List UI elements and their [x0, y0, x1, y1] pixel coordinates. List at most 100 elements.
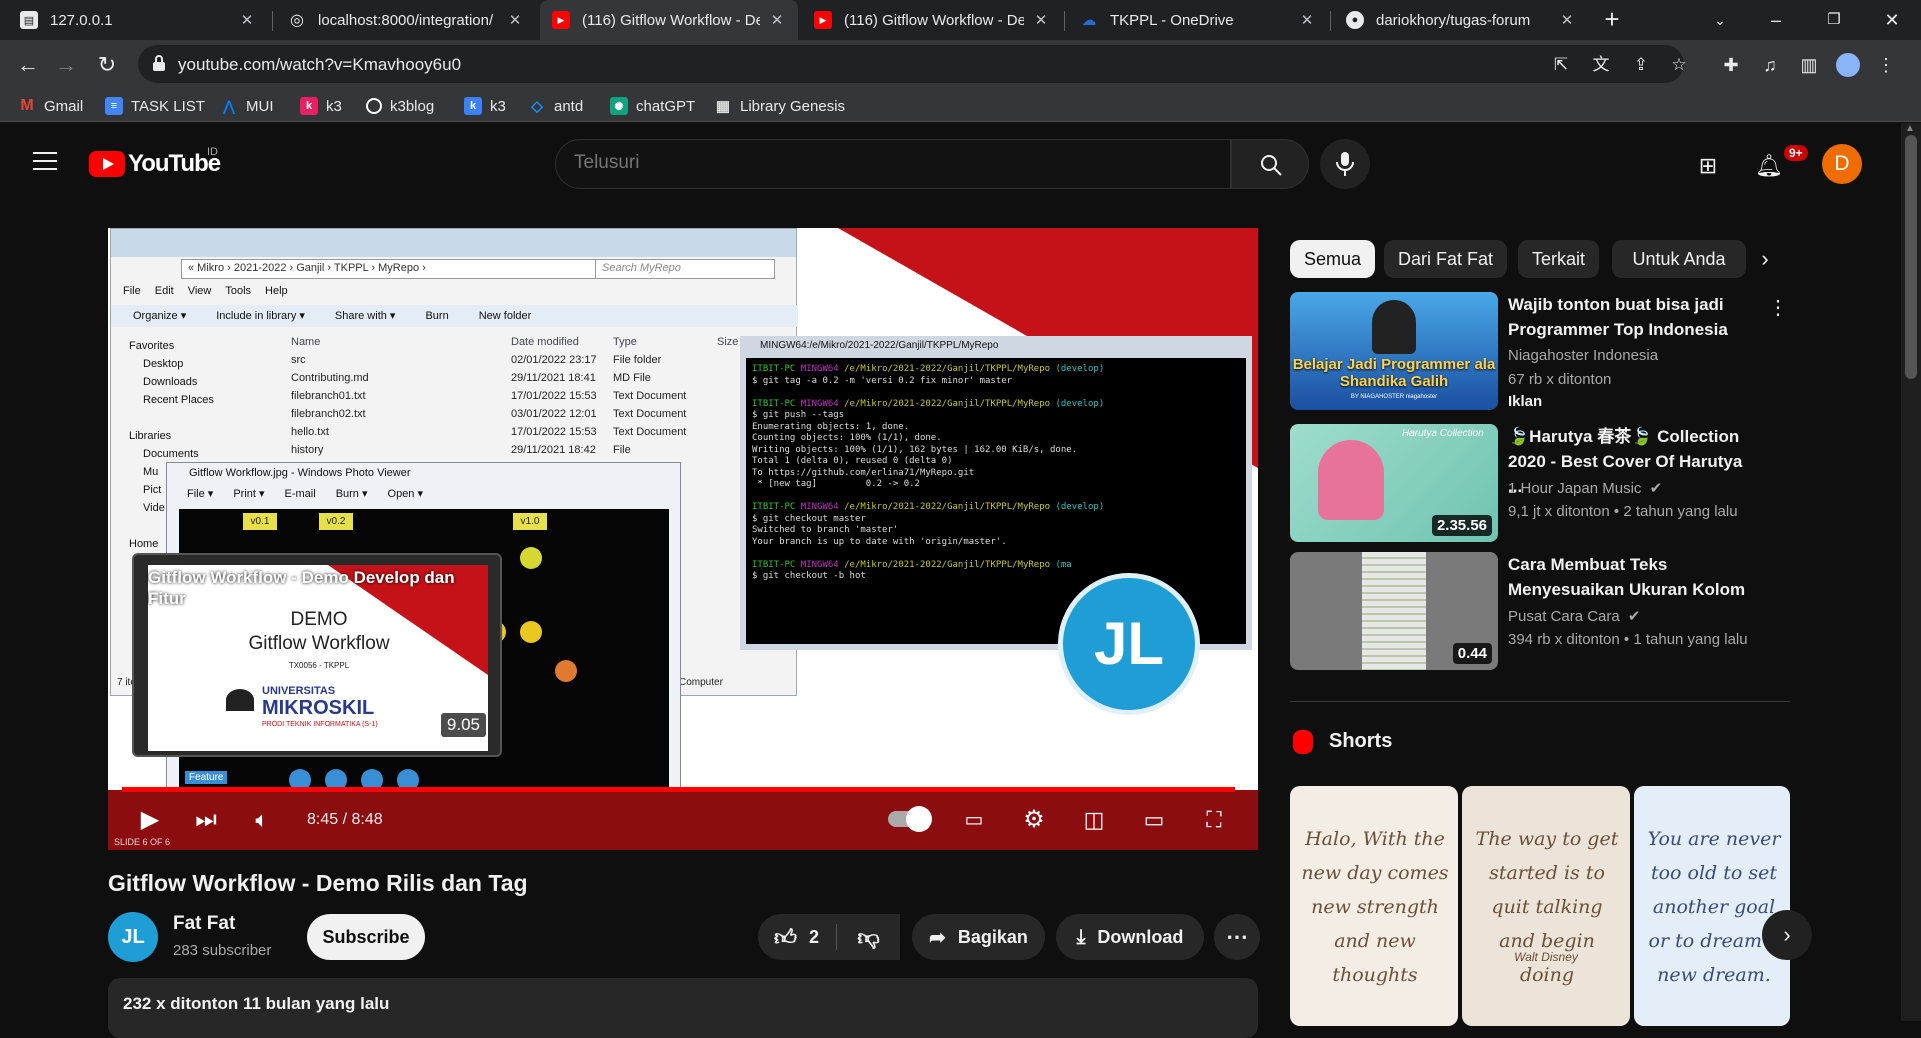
video-player[interactable]: « Mikro › 2021-2022 › Ganjil › TKPPL › M… — [108, 228, 1258, 850]
reload-button[interactable]: ↻ — [91, 49, 123, 81]
bookmark-chatgpt[interactable]: ✺ chatGPT — [610, 96, 695, 116]
close-tab-icon[interactable]: ✕ — [768, 11, 786, 29]
search-input[interactable] — [574, 152, 1174, 174]
recommendation-thumbnail[interactable]: 0.44 — [1290, 552, 1498, 670]
description-box[interactable]: 232 x ditonton 11 bulan yang lalu — [108, 978, 1258, 1038]
voice-search-button[interactable] — [1320, 139, 1370, 189]
share-button[interactable]: ➦ Bagikan — [912, 914, 1045, 960]
recommendation-thumbnail[interactable]: Belajar Jadi Programmer ala Shandika Gal… — [1290, 292, 1498, 410]
browser-tab[interactable]: ☁ TKPPL - OneDrive ✕ — [1068, 0, 1328, 40]
pv-menu-item: Burn ▾ — [335, 488, 368, 500]
channel-name[interactable]: Fat Fat — [173, 913, 235, 935]
side-panel-icon[interactable]: ▥ — [1797, 53, 1821, 77]
short-card[interactable]: You are never too old to set another goa… — [1634, 786, 1790, 1026]
scroll-up-icon[interactable]: ▲ — [1905, 123, 1915, 134]
progress-bar[interactable] — [122, 787, 1236, 792]
recommendation-title[interactable]: Wajib tonton buat bisa jadi Programmer T… — [1508, 292, 1758, 342]
channel-avatar[interactable]: JL — [108, 912, 158, 962]
short-card[interactable]: Halo, With the new day comes new strengt… — [1290, 786, 1458, 1026]
browser-tab[interactable]: ● dariokhory/tugas-forum ✕ — [1334, 0, 1588, 40]
file-date: 29/11/2021 18:42 — [511, 444, 596, 456]
recommendation-title[interactable]: Cara Membuat Teks Menyesuaikan Ukuran Ko… — [1508, 552, 1758, 602]
chips-next-icon[interactable]: › — [1748, 240, 1782, 278]
notifications-bell-icon[interactable]: 🔔︎ — [1755, 153, 1783, 179]
bookmark-k3-2[interactable]: k k3 — [464, 96, 506, 116]
open-in-app-icon[interactable]: ⇱ — [1550, 54, 1572, 76]
download-button[interactable]: ⤓ Download — [1056, 914, 1204, 960]
extensions-icon[interactable]: ✚ — [1719, 53, 1743, 77]
restore-button[interactable]: ❐ — [1806, 0, 1862, 40]
explorer-command: Share with ▾ — [334, 310, 396, 322]
new-tab-button[interactable]: + — [1598, 6, 1626, 34]
back-button[interactable]: ← — [12, 49, 44, 81]
short-card[interactable]: The way to get started is to quit talkin… — [1462, 786, 1630, 1026]
scrollbar-thumb[interactable] — [1905, 135, 1917, 379]
chip-terkait[interactable]: Terkait — [1518, 240, 1600, 278]
antd-icon: ◇ — [531, 98, 543, 115]
page-scrollbar[interactable]: ▲ — [1901, 123, 1921, 1021]
profile-avatar-icon[interactable] — [1836, 53, 1860, 77]
address-bar[interactable]: youtube.com/watch?v=Kmavhooy6u0 ⇱ 文 ⇪ ☆ — [138, 45, 1687, 83]
bookmark-task-list[interactable]: ≡ TASK LIST — [105, 96, 205, 116]
close-tab-icon[interactable]: ✕ — [1032, 11, 1050, 29]
recommendation-channel[interactable]: Niagahoster Indonesia — [1508, 345, 1768, 367]
play-button[interactable]: ▶ — [132, 800, 168, 840]
bookmark-k3[interactable]: k k3 — [300, 96, 342, 116]
share-icon[interactable]: ⇪ — [1630, 54, 1652, 76]
preview-code: TX0056 - TKPPL — [288, 661, 350, 670]
forward-button[interactable]: → — [50, 49, 82, 81]
chip-semua[interactable]: Semua — [1290, 240, 1376, 278]
browser-tab[interactable]: ▤ 127.0.0.1 ✕ — [8, 0, 268, 40]
translate-icon[interactable]: 文 — [1590, 54, 1612, 76]
file-row: hello.txt 17/01/2022 15:53 Text Document — [291, 423, 738, 441]
account-avatar[interactable]: D — [1822, 144, 1862, 184]
close-tab-icon[interactable]: ✕ — [1298, 11, 1316, 29]
chip-dari-fat-fat[interactable]: Dari Fat Fat — [1384, 240, 1508, 278]
settings-gear-icon[interactable]: ⚙ — [1016, 800, 1052, 840]
menu-icon[interactable] — [33, 152, 57, 170]
miniplayer-icon[interactable]: ◫ — [1076, 800, 1112, 840]
close-tab-icon[interactable]: ✕ — [238, 11, 256, 29]
search-button[interactable] — [1231, 139, 1309, 189]
tab-search-icon[interactable]: ⌄ — [1692, 0, 1748, 40]
term-path: /e/Mikro/2021-2022/Ganjil/TKPPL/MyRepo — [844, 364, 1051, 374]
browser-tab-active[interactable]: ▶ (116) Gitflow Workflow - De ✕ — [540, 0, 798, 40]
explorer-command: Burn — [425, 310, 449, 322]
term-output: Switched to branch 'master' Your branch … — [752, 525, 1007, 547]
theater-mode-icon[interactable]: ▭ — [1136, 800, 1172, 840]
browser-tab[interactable]: ◎ localhost:8000/integration/ ✕ — [276, 0, 536, 40]
bookmark-gmail[interactable]: M Gmail — [18, 96, 83, 116]
chip-untuk-anda[interactable]: Untuk Anda — [1612, 240, 1746, 278]
more-actions-button[interactable]: ⋯ — [1214, 914, 1260, 960]
autoplay-toggle[interactable] — [888, 806, 932, 832]
youtube-masthead: YouTube ID ⊞ 🔔︎ 9+ D — [0, 123, 1921, 203]
browser-tab[interactable]: ▶ (116) Gitflow Workflow - De ✕ — [802, 0, 1062, 40]
bookmark-k3blog[interactable]: k3blog — [366, 96, 434, 116]
fullscreen-icon[interactable]: ⛶ — [1196, 800, 1232, 840]
bookmark-library-genesis[interactable]: ▦ Library Genesis — [714, 96, 845, 116]
recommendation-thumbnail[interactable]: Harutya Collection 2.35.56 — [1290, 424, 1498, 542]
subscribe-button[interactable]: Subscribe — [307, 914, 425, 960]
subtitles-icon[interactable]: ▭ — [956, 800, 992, 840]
more-vertical-icon[interactable]: ⋮ — [1768, 295, 1788, 320]
youtube-logo[interactable]: YouTube — [89, 150, 221, 178]
close-window-button[interactable]: ✕ — [1864, 0, 1920, 40]
shorts-next-icon[interactable]: › — [1762, 910, 1812, 960]
minimize-button[interactable]: – — [1748, 0, 1804, 40]
create-video-icon[interactable]: ⊞ — [1695, 153, 1721, 179]
close-tab-icon[interactable]: ✕ — [506, 11, 524, 29]
bookmark-antd[interactable]: ◇ antd — [528, 96, 583, 116]
close-tab-icon[interactable]: ✕ — [1558, 11, 1576, 29]
media-control-icon[interactable]: ♫ — [1758, 53, 1782, 77]
file-type: File — [613, 444, 631, 456]
preview-university: UNIVERSITAS — [262, 685, 336, 697]
dislike-button[interactable]: 👎︎ — [837, 914, 900, 960]
recommendation-channel[interactable]: 1 Hour Japan Music — [1508, 480, 1641, 497]
bookmark-mui[interactable]: ⋀ MUI — [220, 96, 273, 116]
volume-icon[interactable]: 🔈︎ — [244, 800, 280, 840]
explorer-menu-item: View — [187, 285, 212, 297]
bookmark-star-icon[interactable]: ☆ — [1668, 54, 1690, 76]
next-icon[interactable]: ⏭ — [188, 800, 224, 840]
browser-menu-icon[interactable]: ⋮ — [1874, 53, 1898, 77]
recommendation-channel[interactable]: Pusat Cara Cara — [1508, 608, 1620, 625]
